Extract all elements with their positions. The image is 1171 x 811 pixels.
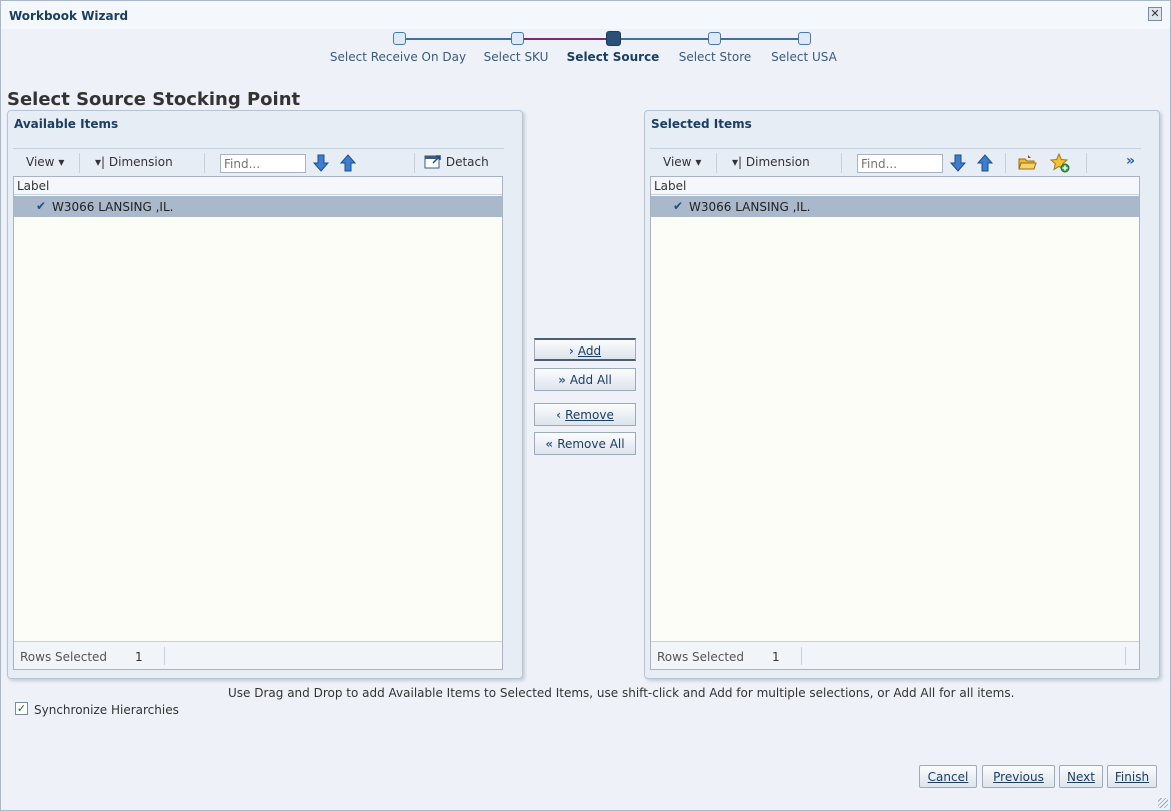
row-label: W3066 LANSING ,IL. bbox=[52, 200, 174, 214]
workbook-wizard-dialog: Workbook Wizard ✕ Select Receive On Day … bbox=[0, 0, 1171, 811]
train-stop-receive-on-day[interactable] bbox=[393, 32, 406, 45]
table-row[interactable]: ✔ W3066 LANSING ,IL. bbox=[14, 196, 502, 217]
finish-label: Finish bbox=[1114, 770, 1150, 784]
window-title: Workbook Wizard bbox=[9, 9, 129, 23]
double-chevron-right-icon: » bbox=[558, 373, 566, 387]
detach-label: Detach bbox=[445, 155, 489, 169]
add-favorite-icon[interactable] bbox=[1050, 153, 1070, 173]
train-stop-sku[interactable] bbox=[511, 32, 524, 45]
chevron-right-icon: › bbox=[568, 344, 574, 358]
toolbar-divider bbox=[79, 153, 80, 173]
synchronize-hierarchies-label[interactable]: Synchronize Hierarchies bbox=[34, 703, 179, 717]
view-label: View bbox=[663, 155, 692, 169]
dropdown-icon: ▾| bbox=[95, 155, 106, 169]
close-icon[interactable]: ✕ bbox=[1148, 7, 1162, 21]
page-title: Select Source Stocking Point bbox=[7, 89, 301, 110]
help-text: Use Drag and Drop to add Available Items… bbox=[228, 686, 1015, 700]
find-input[interactable] bbox=[857, 154, 943, 173]
add-button[interactable]: › Add bbox=[534, 338, 636, 361]
train-label-usa[interactable]: Select USA bbox=[771, 50, 837, 64]
cancel-button[interactable]: Cancel bbox=[919, 765, 977, 788]
add-all-label: Add All bbox=[569, 373, 612, 387]
finish-button[interactable]: Finish bbox=[1107, 765, 1157, 788]
checkmark-icon: ✔ bbox=[673, 199, 684, 213]
remove-all-label: Remove All bbox=[557, 437, 625, 451]
status-bar: Rows Selected 1 bbox=[651, 641, 1139, 669]
toolbar-divider bbox=[1005, 153, 1006, 173]
add-all-button[interactable]: » Add All bbox=[534, 368, 636, 391]
chevron-down-icon: ▾ bbox=[58, 155, 65, 169]
arrow-up-icon[interactable] bbox=[975, 153, 995, 173]
detach-button[interactable]: Detach bbox=[424, 153, 489, 170]
view-menu[interactable]: View ▾ bbox=[663, 155, 701, 169]
remove-label: Remove bbox=[565, 408, 614, 422]
column-header-label[interactable]: Label bbox=[651, 177, 1139, 195]
overflow-chevron-icon[interactable]: » bbox=[1126, 153, 1135, 169]
dimension-label: Dimension bbox=[108, 155, 173, 169]
previous-button[interactable]: Previous bbox=[982, 765, 1055, 788]
available-items-title: Available Items bbox=[14, 117, 119, 131]
rows-selected-count: 1 bbox=[135, 650, 143, 664]
train-stop-source bbox=[606, 31, 621, 46]
toolbar-divider bbox=[1086, 153, 1087, 173]
selected-items-title: Selected Items bbox=[651, 117, 752, 131]
title-bar: Workbook Wizard ✕ bbox=[1, 1, 1170, 29]
toolbar-divider bbox=[414, 153, 415, 173]
view-menu[interactable]: View ▾ bbox=[26, 155, 64, 169]
wizard-train: Select Receive On Day Select SKU Select … bbox=[321, 31, 861, 71]
train-stop-usa[interactable] bbox=[798, 32, 811, 45]
dropdown-icon: ▾| bbox=[732, 155, 743, 169]
dimension-menu[interactable]: ▾| Dimension bbox=[732, 155, 810, 169]
dimension-label: Dimension bbox=[745, 155, 810, 169]
selected-items-table: Label ✔ W3066 LANSING ,IL. Rows Selected… bbox=[650, 176, 1140, 670]
available-items-panel: Available Items View ▾ ▾| Dimension Deta… bbox=[7, 110, 523, 679]
chevron-left-icon: ‹ bbox=[556, 408, 562, 422]
table-row[interactable]: ✔ W3066 LANSING ,IL. bbox=[651, 196, 1139, 217]
resize-grip-icon[interactable] bbox=[1158, 798, 1168, 808]
dimension-menu[interactable]: ▾| Dimension bbox=[95, 155, 173, 169]
toolbar-divider bbox=[841, 153, 842, 173]
find-input[interactable] bbox=[220, 154, 306, 173]
next-label: Next bbox=[1067, 770, 1095, 784]
train-label-sku[interactable]: Select SKU bbox=[484, 50, 549, 64]
remove-all-button[interactable]: «Remove All bbox=[534, 432, 636, 455]
available-toolbar: View ▾ ▾| Dimension Detach bbox=[13, 148, 504, 174]
checkmark-icon: ✔ bbox=[36, 199, 47, 213]
rows-selected-label: Rows Selected bbox=[657, 650, 745, 664]
train-label-receive-on-day[interactable]: Select Receive On Day bbox=[330, 50, 466, 64]
train-connector-visited bbox=[517, 38, 613, 40]
status-divider bbox=[1125, 647, 1126, 665]
selected-toolbar: View ▾ ▾| Dimension » bbox=[650, 148, 1141, 174]
toolbar-divider bbox=[716, 153, 717, 173]
status-bar: Rows Selected 1 bbox=[14, 641, 502, 669]
row-label: W3066 LANSING ,IL. bbox=[689, 200, 811, 214]
selected-items-panel: Selected Items View ▾ ▾| Dimension Find.… bbox=[644, 110, 1160, 679]
synchronize-hierarchies-checkbox[interactable]: ✓ bbox=[15, 702, 28, 715]
arrow-down-icon[interactable] bbox=[948, 153, 968, 173]
rows-selected-label: Rows Selected bbox=[20, 650, 108, 664]
remove-button[interactable]: ‹ Remove bbox=[534, 403, 636, 426]
status-divider bbox=[801, 647, 802, 665]
rows-selected-count: 1 bbox=[772, 650, 780, 664]
train-connector bbox=[405, 38, 517, 40]
arrow-up-icon[interactable] bbox=[338, 153, 358, 173]
previous-label: Previous bbox=[993, 770, 1044, 784]
add-label: Add bbox=[577, 344, 602, 358]
arrow-down-icon[interactable] bbox=[311, 153, 331, 173]
toolbar-divider bbox=[204, 153, 205, 173]
next-button[interactable]: Next bbox=[1059, 765, 1103, 788]
column-header-label[interactable]: Label bbox=[14, 177, 502, 195]
train-label-source: Select Source bbox=[566, 50, 660, 64]
available-items-table: Label ✔ W3066 LANSING ,IL. Rows Selected… bbox=[13, 176, 503, 670]
double-chevron-left-icon: « bbox=[545, 437, 554, 451]
train-stop-store[interactable] bbox=[708, 32, 721, 45]
open-folder-icon[interactable] bbox=[1017, 153, 1037, 173]
train-label-store[interactable]: Select Store bbox=[679, 50, 752, 64]
status-divider bbox=[164, 647, 165, 665]
detach-icon bbox=[424, 155, 441, 169]
chevron-down-icon: ▾ bbox=[695, 155, 702, 169]
cancel-label: Cancel bbox=[927, 770, 969, 784]
view-label: View bbox=[26, 155, 55, 169]
